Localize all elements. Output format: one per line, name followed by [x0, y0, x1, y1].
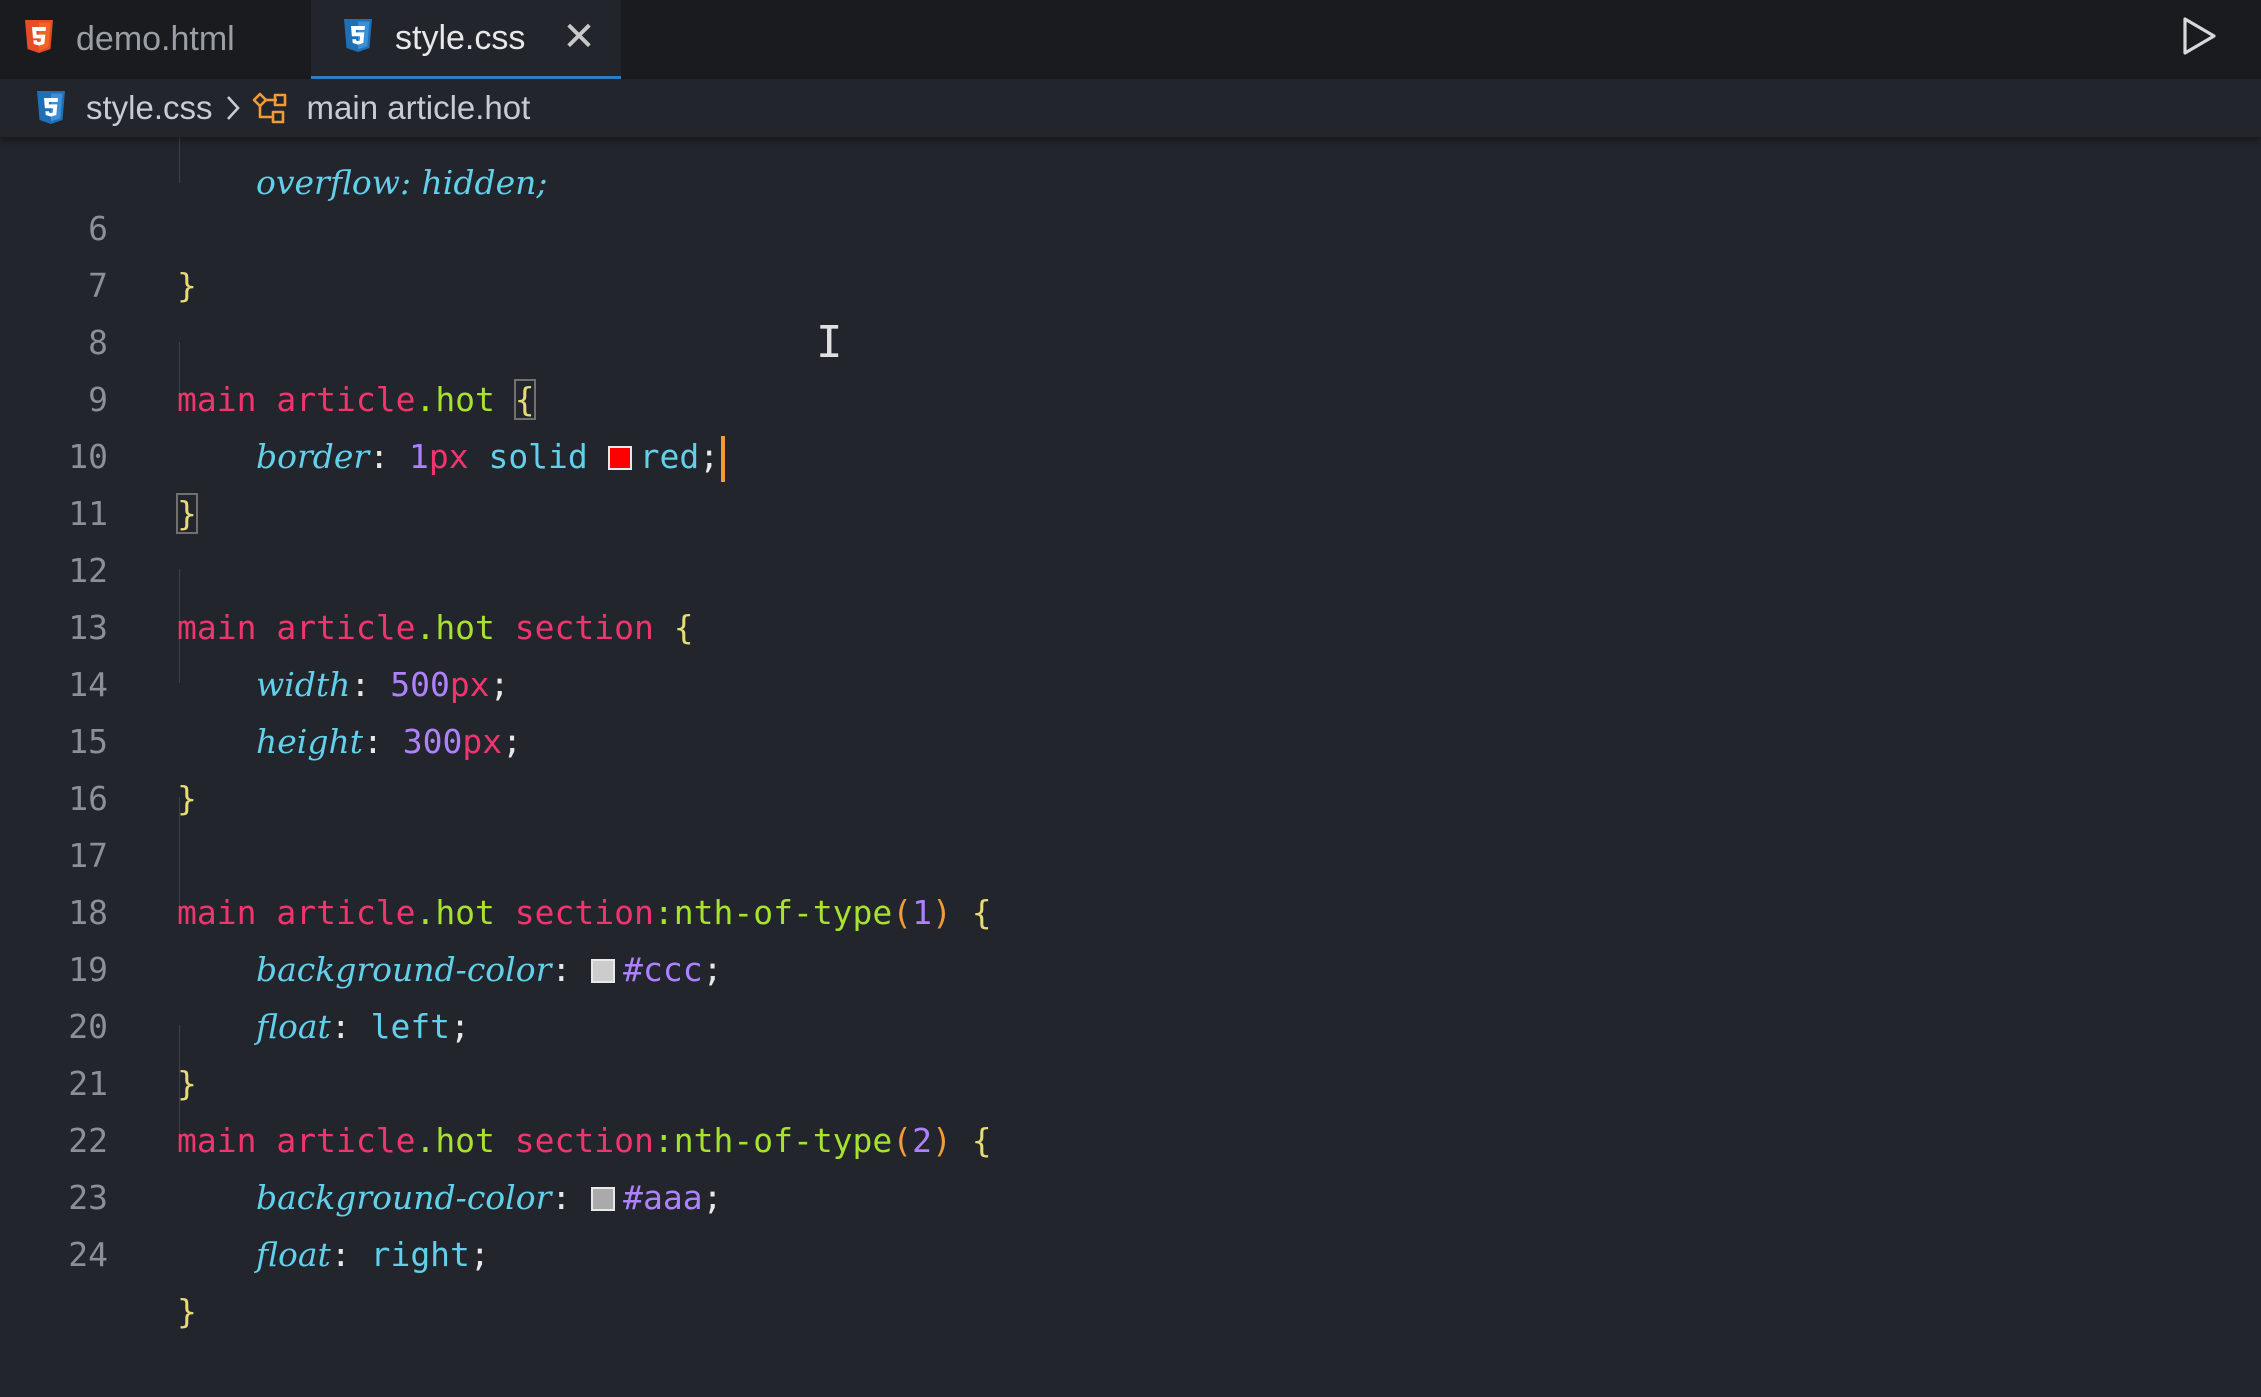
code-line: 21 main article.hot section:nth-of-type(…	[0, 998, 2261, 1160]
tab-label: demo.html	[76, 20, 235, 58]
code-line: 8 main article.hot {	[0, 257, 2261, 420]
code-line: 13 width: 500px;	[0, 542, 2261, 704]
code-line: 17 main article.hot section:nth-of-type(…	[0, 770, 2261, 932]
tab-bar: demo.html style.css ✕	[0, 0, 2261, 79]
text-cursor-icon: I	[816, 317, 843, 368]
code-line: 11	[0, 428, 2261, 533]
html5-icon	[24, 20, 54, 59]
tab-label: style.css	[395, 18, 526, 57]
code-semicolon: ;	[469, 1235, 490, 1274]
close-icon[interactable]: ✕	[556, 14, 602, 60]
css3-icon	[36, 91, 66, 125]
code-property: float	[256, 1235, 331, 1274]
code-line: 20 }	[0, 941, 2261, 1103]
code-line: 15 }	[0, 656, 2261, 818]
code-line: 10 }	[0, 371, 2261, 534]
code-line: 6 }	[0, 143, 2261, 305]
code-line: 12 main article.hot section {	[0, 485, 2261, 647]
code-brace: }	[177, 1292, 197, 1331]
code-line: 16	[0, 713, 2261, 818]
run-button[interactable]	[2171, 10, 2227, 66]
tab-style-css[interactable]: style.css ✕	[311, 0, 621, 79]
code-line: 22 background-color: #aaa;	[0, 1055, 2261, 1217]
selector-symbol-icon	[251, 91, 289, 125]
code-line: 19 float: left;	[0, 884, 2261, 1046]
code-line: 9 border: 1px solid red;	[0, 314, 2261, 482]
chevron-right-icon	[225, 94, 241, 122]
play-icon	[2180, 16, 2218, 61]
code-line: 14 height: 300px;	[0, 599, 2261, 761]
css3-icon	[343, 18, 373, 58]
code-line: 18 background-color: #ccc;	[0, 827, 2261, 989]
breadcrumb-symbol[interactable]: main article.hot	[307, 89, 531, 127]
code-line: 24 }	[0, 1169, 2261, 1331]
breadcrumb: style.css main article.hot	[0, 79, 2261, 137]
code-line: 7	[0, 200, 2261, 305]
code-value: right	[370, 1235, 470, 1274]
code-colon: :	[330, 1235, 371, 1274]
tab-demo-html[interactable]: demo.html	[0, 0, 311, 79]
code-editor[interactable]: overflow: hidden; 6 } 7 8 main article.h…	[0, 137, 2261, 1331]
breadcrumb-file[interactable]: style.css	[86, 89, 213, 127]
code-line: 23 float: right;	[0, 1112, 2261, 1274]
